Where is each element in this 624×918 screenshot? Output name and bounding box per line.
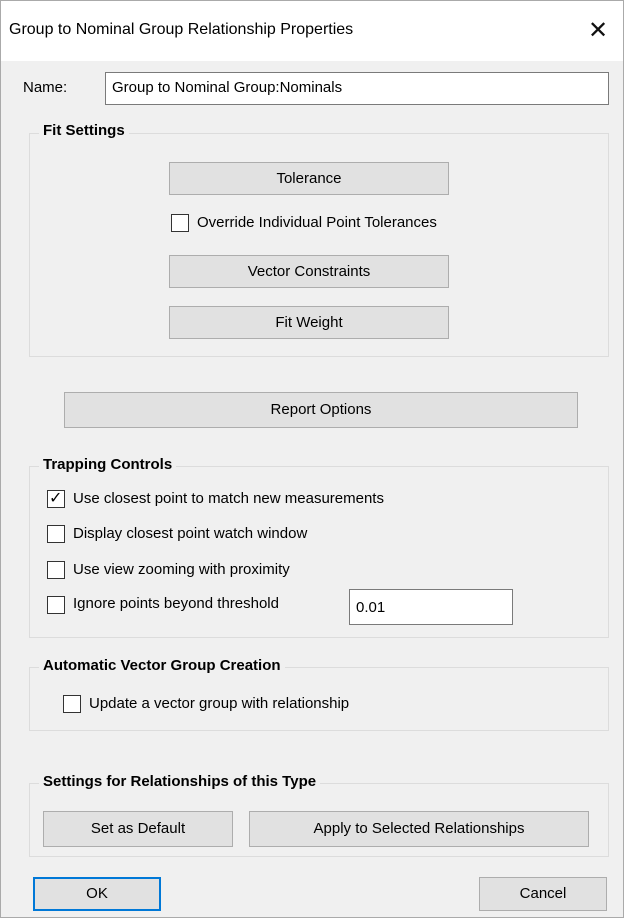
use-closest-point-label: Use closest point to match new measureme…: [73, 490, 384, 507]
set-as-default-button[interactable]: Set as Default: [43, 811, 233, 847]
auto-vector-heading: Automatic Vector Group Creation: [39, 657, 285, 674]
ignore-beyond-threshold-label: Ignore points beyond threshold: [73, 595, 279, 612]
vector-constraints-button[interactable]: Vector Constraints: [169, 255, 449, 288]
close-icon[interactable]: ✕: [583, 15, 613, 45]
fit-weight-button[interactable]: Fit Weight: [169, 306, 449, 339]
update-vector-group-label: Update a vector group with relationship: [89, 695, 350, 712]
relationship-properties-dialog: Group to Nominal Group Relationship Prop…: [0, 0, 624, 918]
dialog-title: Group to Nominal Group Relationship Prop…: [9, 21, 354, 38]
trapping-option-checkbox[interactable]: [47, 561, 65, 579]
apply-to-selected-button[interactable]: Apply to Selected Relationships: [249, 811, 589, 847]
override-tolerances-label: Override Individual Point Tolerances: [197, 214, 437, 231]
update-vector-group-checkbox[interactable]: [63, 695, 81, 713]
fit-settings-heading: Fit Settings: [39, 122, 129, 139]
title-bar: Group to Nominal Group Relationship Prop…: [1, 1, 623, 61]
override-tolerances-checkbox[interactable]: [171, 214, 189, 232]
view-zooming-label: Use view zooming with proximity: [73, 561, 290, 578]
relationship-settings-heading: Settings for Relationships of this Type: [39, 773, 321, 790]
tolerance-button[interactable]: Tolerance: [169, 162, 449, 195]
name-label: Name:: [23, 79, 68, 96]
name-field[interactable]: Group to Nominal Group:Nominals: [105, 72, 609, 105]
trapping-option-checkbox[interactable]: [47, 596, 65, 614]
trapping-option-checkbox[interactable]: [47, 525, 65, 543]
ok-button[interactable]: OK: [33, 877, 161, 911]
report-options-button[interactable]: Report Options: [64, 392, 578, 428]
trapping-controls-heading: Trapping Controls: [39, 456, 177, 473]
display-watch-window-label: Display closest point watch window: [73, 525, 308, 542]
trapping-option-checkbox[interactable]: ✓: [47, 488, 65, 508]
checkmark-icon: ✓: [49, 488, 63, 507]
cancel-button[interactable]: Cancel: [479, 877, 607, 911]
threshold-field[interactable]: 0.01: [349, 589, 513, 625]
